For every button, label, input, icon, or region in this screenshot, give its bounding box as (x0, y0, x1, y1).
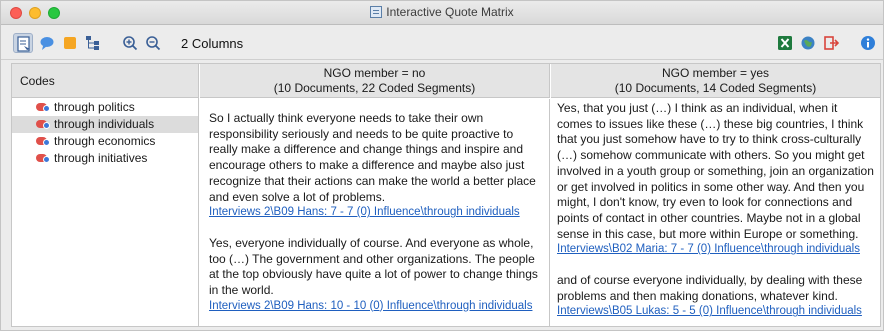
coded-segment: and of course everyone individually, by … (557, 273, 874, 320)
column-header-counts: (10 Documents, 22 Coded Segments) (273, 81, 476, 95)
segment-source-link[interactable]: Interviews 2\B09 Hans: 10 - 10 (0) Influ… (209, 299, 539, 315)
segment-text: So I actually think everyone needs to ta… (209, 111, 536, 204)
code-icon (36, 136, 50, 146)
segment-source-link[interactable]: Interviews\B02 Maria: 7 - 7 (0) Influenc… (557, 242, 874, 258)
code-item-through-initiatives[interactable]: through initiatives (12, 150, 198, 167)
segment-text: and of course everyone individually, by … (557, 273, 863, 303)
web-export-icon[interactable] (798, 33, 818, 53)
segment-source-link[interactable]: Interviews\B05 Lukas: 5 - 5 (0) Influenc… (557, 304, 874, 320)
columns-count-label: 2 Columns (181, 36, 244, 51)
code-icon (36, 102, 50, 112)
column-header-ngo-yes[interactable]: NGO member = yes (10 Documents, 14 Coded… (551, 64, 880, 98)
code-label: through economics (54, 134, 156, 148)
quote-cell-ngo-yes[interactable]: Yes, that you just (…) I think as an ind… (551, 99, 880, 326)
document-view-icon[interactable] (13, 33, 33, 53)
window-title: Interactive Quote Matrix (386, 5, 514, 19)
column-header-ngo-no[interactable]: NGO member = no (10 Documents, 22 Coded … (200, 64, 550, 98)
coded-segment: Yes, that you just (…) I think as an ind… (557, 101, 874, 258)
segment-source-link[interactable]: Interviews 2\B09 Hans: 7 - 7 (0) Influen… (209, 205, 539, 221)
hierarchy-icon[interactable] (83, 33, 103, 53)
toolbar: 2 Columns (1, 26, 883, 60)
zoom-in-icon[interactable] (120, 33, 140, 53)
color-tag-icon[interactable] (60, 33, 80, 53)
zoom-out-icon[interactable] (143, 33, 163, 53)
comment-icon[interactable] (37, 33, 57, 53)
coded-segment: So I actually think everyone needs to ta… (209, 111, 539, 221)
exit-icon[interactable] (821, 33, 841, 53)
code-label: through initiatives (54, 151, 148, 165)
code-item-through-individuals[interactable]: through individuals (12, 116, 198, 133)
info-icon[interactable] (858, 33, 878, 53)
column-header-title: NGO member = yes (661, 66, 770, 80)
quote-cell-ngo-no[interactable]: So I actually think everyone needs to ta… (200, 99, 550, 326)
column-header-title: NGO member = no (323, 66, 426, 80)
quote-matrix-table: Codes through politics through individua… (11, 63, 881, 327)
excel-export-icon[interactable] (775, 33, 795, 53)
code-item-through-economics[interactable]: through economics (12, 133, 198, 150)
codes-header[interactable]: Codes (12, 64, 198, 98)
code-label: through politics (54, 100, 135, 114)
coded-segment: Yes, everyone individually of course. An… (209, 236, 539, 315)
quote-matrix-window: Interactive Quote Matrix 2 Columns Codes… (0, 0, 884, 331)
code-icon (36, 153, 50, 163)
codes-column: Codes through politics through individua… (12, 64, 199, 326)
matrix-window-icon (370, 6, 383, 18)
segment-text: Yes, that you just (…) I think as an ind… (557, 101, 874, 241)
code-label: through individuals (54, 117, 155, 131)
code-list: through politics through individuals thr… (12, 99, 198, 167)
title-bar: Interactive Quote Matrix (1, 1, 883, 25)
segment-text: Yes, everyone individually of course. An… (209, 235, 538, 298)
column-header-counts: (10 Documents, 14 Coded Segments) (614, 81, 817, 95)
code-icon (36, 119, 50, 129)
code-item-through-politics[interactable]: through politics (12, 99, 198, 116)
